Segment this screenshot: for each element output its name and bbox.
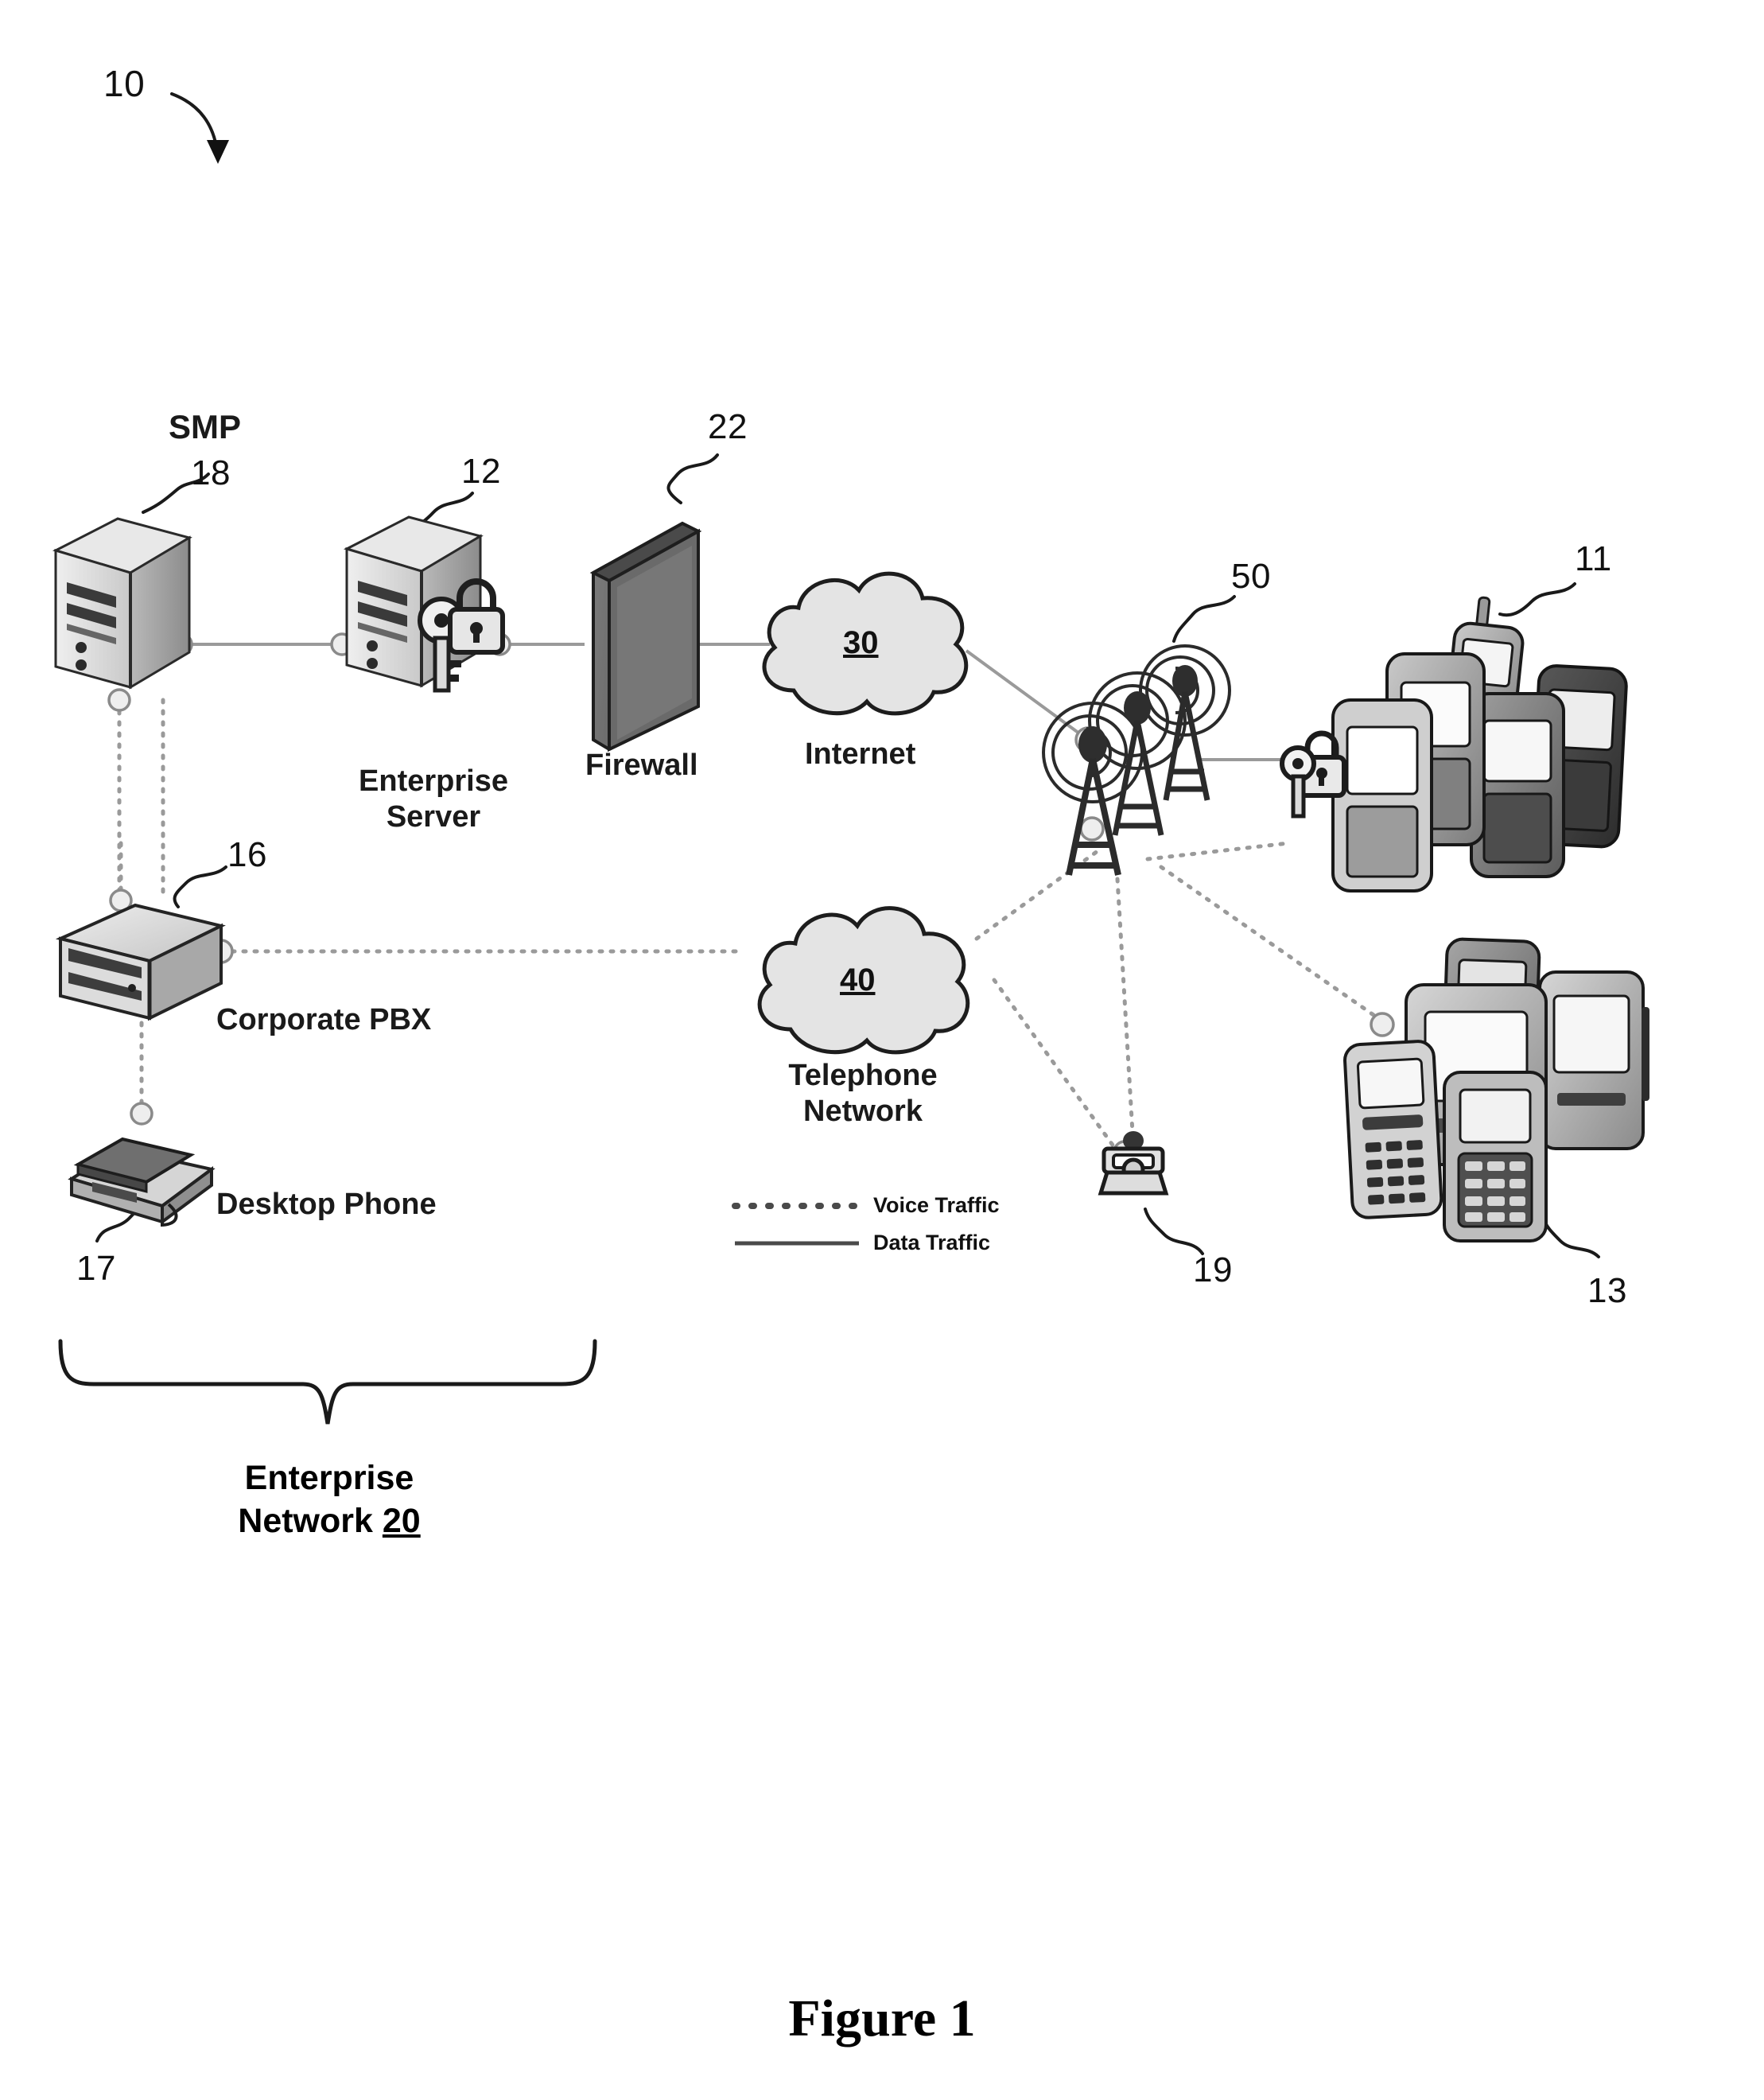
enterprise-server-label-line2: Server [386, 799, 481, 834]
telephone-network-cloud-node[interactable]: 40 [741, 892, 980, 1068]
desk-phone-icon [68, 1137, 216, 1227]
enterprise-server-label-line1: Enterprise [359, 764, 508, 798]
telephone-network-label: Telephone Network [771, 1058, 954, 1130]
enterprise-network-brace [51, 1336, 608, 1440]
telephone-network-label-line1: Telephone [788, 1059, 938, 1092]
telephone-network-ref: 40 [840, 962, 876, 998]
cell-tower-icon [1042, 644, 1231, 876]
legend-voice-label: Voice Traffic [873, 1193, 1000, 1217]
firewall-node[interactable] [581, 487, 708, 757]
enterprise-network-ref: 20 [382, 1501, 421, 1540]
internet-ref: 30 [843, 625, 879, 660]
server-tower-icon [52, 517, 192, 690]
telephone-icon [1098, 1131, 1169, 1196]
cell-towers-node[interactable] [1042, 612, 1303, 883]
desktop-phone-node[interactable] [64, 1106, 223, 1233]
mobile-devices-legacy-ref: 13 [1587, 1271, 1627, 1310]
mobile-devices-legacy-node[interactable] [1343, 937, 1678, 1257]
firewall-label: Firewall [585, 749, 698, 782]
lock-icon [448, 578, 505, 655]
voice-traffic-swatch [732, 1202, 862, 1209]
mobile-devices-secure-node[interactable] [1280, 589, 1638, 907]
corporate-pbx-ref: 16 [227, 835, 267, 874]
data-traffic-swatch [735, 1241, 859, 1245]
system-ref: 10 [103, 63, 146, 104]
pbx-box-icon [55, 903, 226, 1021]
internet-cloud-node[interactable]: 30 [748, 557, 978, 732]
mobile-phone-cluster-icon [1343, 937, 1649, 1242]
firewall-ref: 22 [708, 407, 748, 446]
enterprise-server-ref: 12 [461, 452, 501, 491]
smp-ref: 18 [191, 453, 231, 492]
curly-brace-icon [58, 1339, 597, 1425]
smartphone-cluster-icon [1280, 596, 1628, 892]
legend: Voice Traffic Data Traffic [732, 1193, 1000, 1255]
telephone-network-label-line2: Network [803, 1094, 923, 1128]
figure-canvas: .dataline { stroke:#9a9a9a; stroke-width… [0, 0, 1764, 2100]
internet-label: Internet [805, 737, 916, 771]
corporate-pbx-node[interactable] [55, 899, 231, 1034]
firewall-brick-icon [589, 521, 702, 752]
corporate-pbx-label: Corporate PBX [216, 1003, 432, 1036]
cell-towers-ref: 50 [1231, 557, 1271, 596]
enterprise-network-label: Enterprise Network 20 [51, 1457, 608, 1543]
enterprise-server-node[interactable] [340, 506, 515, 705]
figure-caption: Figure 1 [788, 1989, 976, 2048]
remote-phone-ref: 19 [1193, 1250, 1233, 1289]
smp-server-node[interactable] [49, 508, 200, 706]
enterprise-network-label-line1: Enterprise [244, 1459, 414, 1497]
legend-data-label: Data Traffic [873, 1231, 991, 1254]
mobile-devices-secure-ref: 11 [1575, 539, 1612, 578]
remote-phone-node[interactable] [1090, 1130, 1177, 1217]
enterprise-server-label: Enterprise Server [350, 764, 517, 835]
desktop-phone-label: Desktop Phone [216, 1188, 437, 1221]
desktop-phone-ref: 17 [76, 1249, 116, 1288]
smp-label: SMP [169, 408, 242, 445]
enterprise-network-label-line2: Network [238, 1501, 383, 1540]
